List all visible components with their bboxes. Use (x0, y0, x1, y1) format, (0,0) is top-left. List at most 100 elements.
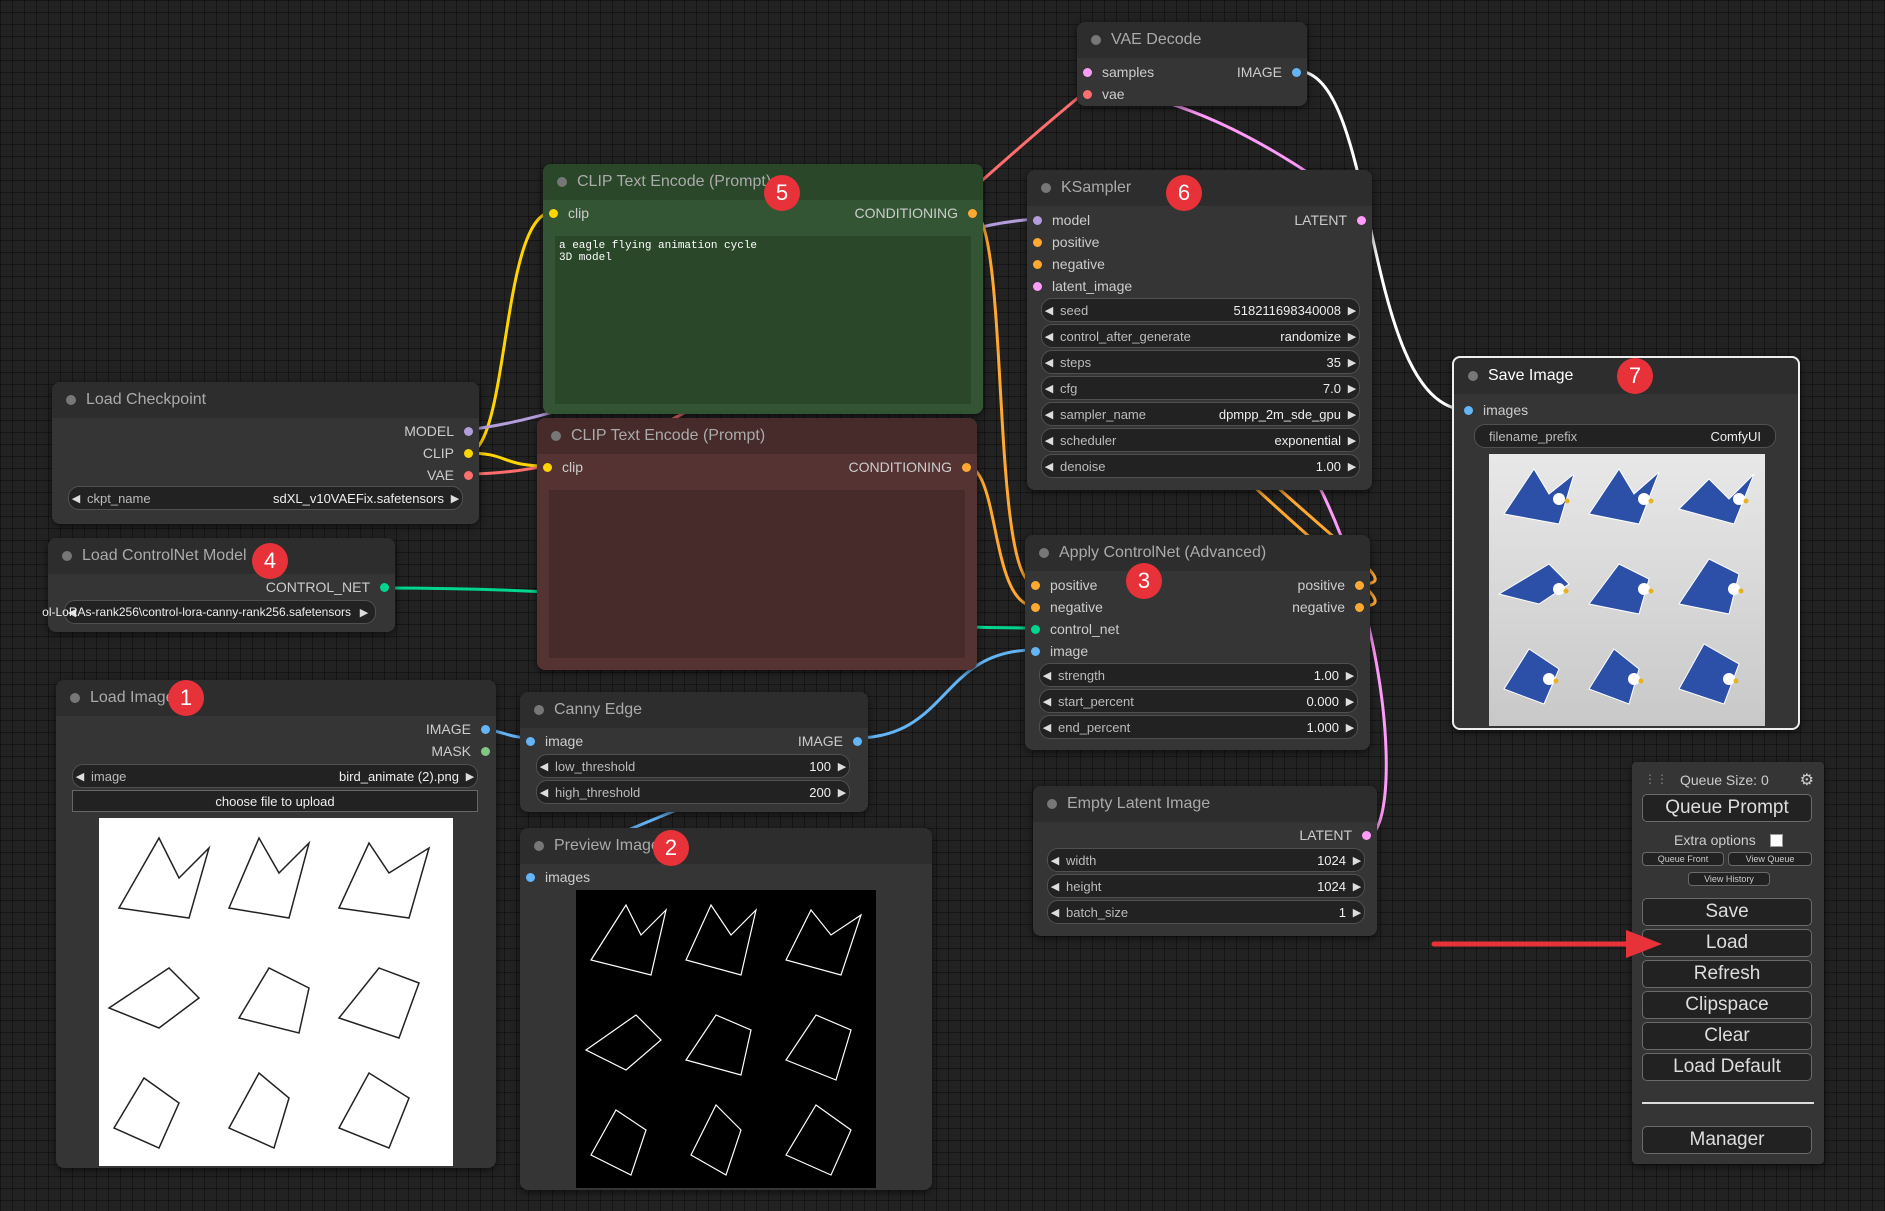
node-canny-edge[interactable]: Canny Edge image IMAGE ◀ low_threshold 100… (520, 692, 868, 812)
upload-button[interactable]: choose file to upload (72, 790, 478, 812)
output-control-net[interactable]: CONTROL_NET (266, 579, 389, 595)
extra-options-checkbox[interactable] (1770, 834, 1783, 847)
decrement-icon[interactable]: ◀ (1042, 434, 1056, 447)
node-load-controlnet[interactable]: Load ControlNet Model CONTROL_NET ◀ ol-Lo… (42, 538, 395, 632)
decrement-icon[interactable]: ◀ (537, 760, 551, 773)
input-model[interactable]: model (1033, 212, 1090, 228)
decrement-icon[interactable]: ◀ (1042, 460, 1056, 473)
gear-icon[interactable]: ⚙ (1800, 770, 1814, 790)
drag-handle-icon[interactable]: ⋮⋮ (1644, 772, 1668, 786)
collapse-dot[interactable] (1047, 799, 1057, 809)
node-apply-controlnet[interactable]: Apply ControlNet (Advanced) positive neg… (1025, 535, 1370, 750)
output-negative[interactable]: negative (1292, 599, 1364, 615)
input-control-net[interactable]: control_net (1031, 621, 1119, 637)
widget-start-percent[interactable]: ◀ start_percent 0.000 ▶ (1039, 689, 1358, 713)
widget-cfg[interactable]: ◀ cfg 7.0 ▶ (1041, 376, 1360, 400)
widget-steps[interactable]: ◀ steps 35 ▶ (1041, 350, 1360, 374)
increment-icon[interactable]: ▶ (1350, 906, 1364, 919)
input-positive[interactable]: positive (1031, 577, 1097, 593)
node-load-checkpoint[interactable]: Load Checkpoint MODEL CLIP VAE ◀ ckpt_nam… (52, 382, 479, 524)
output-vae[interactable]: VAE (427, 467, 473, 483)
widget-high-threshold[interactable]: ◀ high_threshold 200 ▶ (536, 780, 850, 804)
collapse-dot[interactable] (1041, 183, 1051, 193)
prompt-textarea[interactable]: a eagle flying animation cycle 3D model (555, 236, 971, 404)
collapse-dot[interactable] (70, 693, 80, 703)
node-load-image[interactable]: Load Image IMAGE MASK ◀ image bird_animate… (56, 680, 496, 1168)
widget-width[interactable]: ◀ width 1024 ▶ (1047, 848, 1365, 872)
queue-front-button[interactable]: Queue Front (1642, 852, 1724, 866)
node-clip-text-encode-negative[interactable]: CLIP Text Encode (Prompt) clip CONDITION… (537, 418, 977, 670)
collapse-dot[interactable] (557, 177, 567, 187)
collapse-dot[interactable] (1468, 371, 1478, 381)
widget-image[interactable]: ◀ image bird_animate (2).png ▶ (72, 764, 478, 788)
widget-low-threshold[interactable]: ◀ low_threshold 100 ▶ (536, 754, 850, 778)
increment-icon[interactable]: ▶ (1345, 382, 1359, 395)
collapse-dot[interactable] (1091, 35, 1101, 45)
increment-icon[interactable]: ▶ (463, 770, 477, 783)
decrement-icon[interactable]: ◀ (1040, 669, 1054, 682)
widget-batch-size[interactable]: ◀ batch_size 1 ▶ (1047, 900, 1365, 924)
input-samples[interactable]: samples (1083, 64, 1154, 80)
increment-icon[interactable]: ▶ (1345, 408, 1359, 421)
increment-icon[interactable]: ▶ (1345, 434, 1359, 447)
output-latent[interactable]: LATENT (1299, 827, 1371, 843)
increment-icon[interactable]: ▶ (1345, 330, 1359, 343)
collapse-dot[interactable] (1039, 548, 1049, 558)
widget-strength[interactable]: ◀ strength 1.00 ▶ (1039, 663, 1358, 687)
decrement-icon[interactable]: ◀ (1048, 854, 1062, 867)
widget-seed[interactable]: ◀ seed 518211698340008 ▶ (1041, 298, 1360, 322)
widget-height[interactable]: ◀ height 1024 ▶ (1047, 874, 1365, 898)
node-vae-decode[interactable]: VAE Decode samples vae IMAGE (1077, 22, 1307, 106)
decrement-icon[interactable]: ◀ (537, 786, 551, 799)
decrement-icon[interactable]: ◀ (1042, 356, 1056, 369)
output-mask[interactable]: MASK (431, 743, 490, 759)
widget-filename-prefix[interactable]: filename_prefix ComfyUI (1474, 424, 1776, 448)
collapse-dot[interactable] (551, 431, 561, 441)
view-queue-button[interactable]: View Queue (1728, 852, 1812, 866)
output-latent[interactable]: LATENT (1294, 212, 1366, 228)
save-button[interactable]: Save (1642, 898, 1812, 926)
increment-icon[interactable]: ▶ (448, 492, 462, 505)
output-clip[interactable]: CLIP (423, 445, 473, 461)
node-preview-image[interactable]: Preview Image images (520, 828, 932, 1190)
increment-icon[interactable]: ▶ (357, 606, 371, 619)
decrement-icon[interactable]: ◀ (1042, 382, 1056, 395)
increment-icon[interactable]: ▶ (1345, 460, 1359, 473)
collapse-dot[interactable] (66, 395, 76, 405)
decrement-icon[interactable]: ◀ (1042, 330, 1056, 343)
queue-prompt-button[interactable]: Queue Prompt (1642, 794, 1812, 822)
collapse-dot[interactable] (62, 551, 72, 561)
input-clip[interactable]: clip (549, 205, 589, 221)
decrement-icon[interactable]: ◀ (73, 770, 87, 783)
node-save-image[interactable]: Save Image images filename_prefix ComfyUI (1452, 356, 1800, 730)
input-image[interactable]: image (526, 733, 583, 749)
increment-icon[interactable]: ▶ (835, 760, 849, 773)
widget-end-percent[interactable]: ◀ end_percent 1.000 ▶ (1039, 715, 1358, 739)
input-images[interactable]: images (526, 869, 590, 885)
output-conditioning[interactable]: CONDITIONING (849, 459, 971, 475)
decrement-icon[interactable]: ◀ (1042, 408, 1056, 421)
output-conditioning[interactable]: CONDITIONING (855, 205, 977, 221)
decrement-icon[interactable]: ◀ (1048, 880, 1062, 893)
node-empty-latent-image[interactable]: Empty Latent Image LATENT ◀ width 1024 ▶ ◀ h… (1033, 786, 1377, 936)
input-images[interactable]: images (1464, 402, 1528, 418)
widget-control-after-generate[interactable]: ◀ control_after_generate randomize ▶ (1041, 324, 1360, 348)
input-vae[interactable]: vae (1083, 86, 1125, 102)
collapse-dot[interactable] (534, 841, 544, 851)
collapse-dot[interactable] (534, 705, 544, 715)
increment-icon[interactable]: ▶ (835, 786, 849, 799)
widget-sampler-name[interactable]: ◀ sampler_name dpmpp_2m_sde_gpu ▶ (1041, 402, 1360, 426)
input-positive[interactable]: positive (1033, 234, 1099, 250)
input-clip[interactable]: clip (543, 459, 583, 475)
output-positive[interactable]: positive (1298, 577, 1364, 593)
decrement-icon[interactable]: ◀ (1040, 721, 1054, 734)
clear-button[interactable]: Clear (1642, 1022, 1812, 1050)
output-model[interactable]: MODEL (404, 423, 473, 439)
increment-icon[interactable]: ▶ (1350, 854, 1364, 867)
widget-denoise[interactable]: ◀ denoise 1.00 ▶ (1041, 454, 1360, 478)
input-latent-image[interactable]: latent_image (1033, 278, 1132, 294)
input-negative[interactable]: negative (1031, 599, 1103, 615)
decrement-icon[interactable]: ◀ (1048, 906, 1062, 919)
increment-icon[interactable]: ▶ (1345, 304, 1359, 317)
input-image[interactable]: image (1031, 643, 1088, 659)
